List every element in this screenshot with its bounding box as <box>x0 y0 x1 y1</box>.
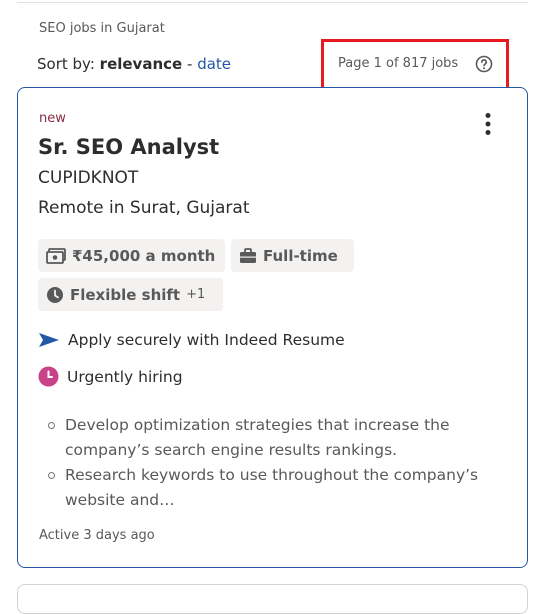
shift-more-count: +1 <box>186 287 206 302</box>
snippet-item: Research keywords to use throughout the … <box>48 463 525 513</box>
job-type-chip: Full-time <box>231 239 354 272</box>
shift-text: Flexible shift <box>70 285 181 304</box>
easy-apply-text: Apply securely with Indeed Resume <box>68 331 345 349</box>
sort-date-link[interactable]: date <box>197 55 231 73</box>
salary-chip: ₹45,000 a month <box>38 239 225 272</box>
job-title[interactable]: Sr. SEO Analyst <box>38 135 219 159</box>
job-location: Remote in Surat, Gujarat <box>38 198 250 218</box>
shift-chip: Flexible shift +1 <box>38 278 223 311</box>
sort-separator: - <box>186 55 193 73</box>
search-title: SEO jobs in Gujarat <box>39 21 165 36</box>
page-count: Page 1 of 817 jobs <box>338 56 459 71</box>
company-name: CUPIDKNOT <box>38 168 139 188</box>
briefcase-icon <box>240 247 256 263</box>
sort-control: Sort by: relevance - date <box>37 55 231 73</box>
job-snippet: Develop optimization strategies that inc… <box>44 413 525 513</box>
next-job-card[interactable] <box>17 584 528 614</box>
urgent-hiring-text: Urgently hiring <box>67 367 183 386</box>
clock-icon <box>47 286 63 303</box>
money-icon <box>46 247 66 264</box>
job-type-text: Full-time <box>263 246 338 265</box>
question-circle-icon[interactable] <box>475 55 493 73</box>
send-arrow-icon <box>39 333 59 347</box>
job-card[interactable]: new Sr. SEO Analyst CUPIDKNOT Remote in … <box>17 87 528 568</box>
sort-relevance: relevance <box>99 55 183 73</box>
urgent-hiring-feature: Urgently hiring <box>38 366 183 387</box>
urgent-clock-icon <box>38 366 59 387</box>
easy-apply-feature: Apply securely with Indeed Resume <box>38 331 345 349</box>
snippet-item: Develop optimization strategies that inc… <box>48 413 525 463</box>
top-divider <box>17 2 528 3</box>
more-options-icon[interactable] <box>481 112 495 136</box>
posted-date: Active 3 days ago <box>39 528 155 543</box>
salary-text: ₹45,000 a month <box>72 246 216 265</box>
new-badge: new <box>39 111 66 126</box>
sort-prefix: Sort by: <box>37 55 95 73</box>
